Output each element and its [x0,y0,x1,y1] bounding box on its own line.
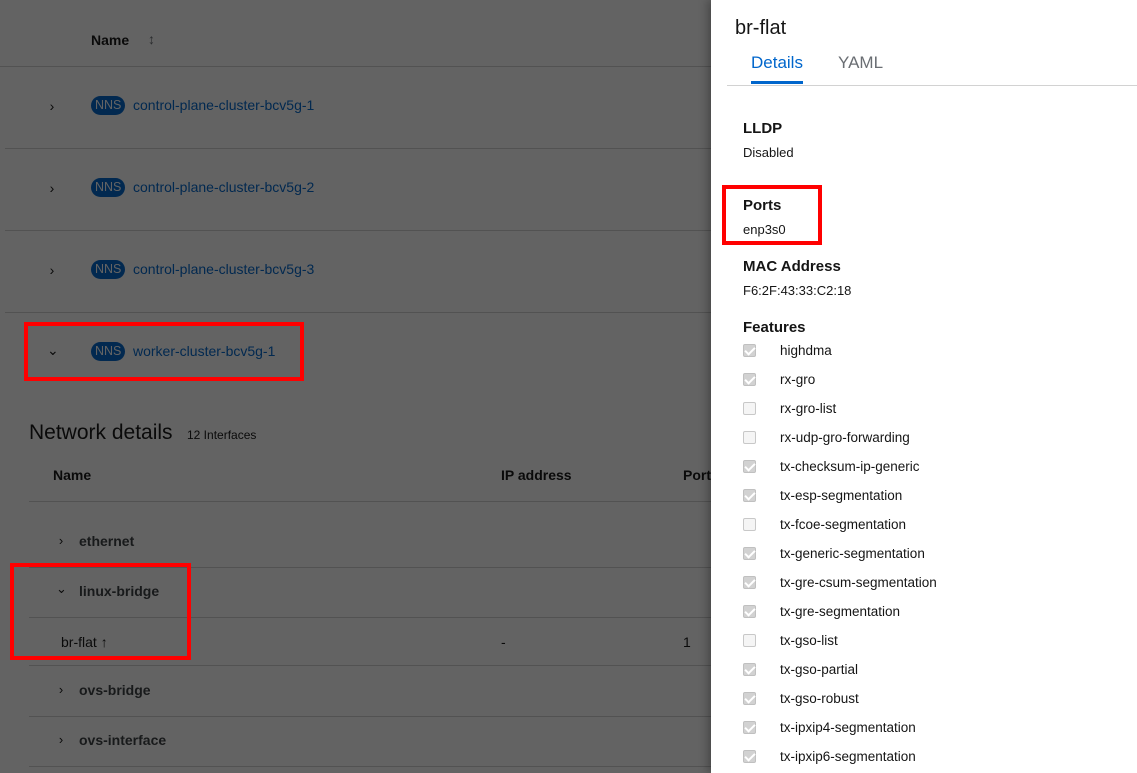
type-label: linux-bridge [79,583,160,599]
feature-label: rx-gro-list [780,401,837,416]
interface-ip: - [501,634,506,650]
feature-label: tx-gso-partial [780,662,859,677]
feature-item: rx-udp-gro-forwarding [743,429,1123,449]
feature-checkbox[interactable] [743,547,756,560]
nns-row-3: › NNS control-plane-cluster-bcv5g-3 [5,231,711,313]
feature-label: tx-gso-robust [780,691,859,706]
nns-table-header: Name ↕ [0,0,711,67]
feature-checkbox[interactable] [743,605,756,618]
feature-label: highdma [780,343,832,358]
type-row-ethernet[interactable]: › ethernet [29,518,711,568]
feature-item: rx-gro-list [743,400,1123,420]
feature-item: tx-esp-segmentation [743,487,1123,507]
mac-address-value: F6:2F:43:33:C2:18 [743,283,852,298]
feature-label: tx-fcoe-segmentation [780,517,907,532]
feature-checkbox[interactable] [743,692,756,705]
feature-label: tx-gso-list [780,633,838,648]
feature-item: tx-gre-csum-segmentation [743,574,1123,594]
feature-label: tx-checksum-ip-generic [780,459,920,474]
feature-item: tx-ipxip4-segmentation [743,719,1123,739]
chevron-right-icon[interactable]: › [56,533,66,548]
feature-checkbox[interactable] [743,402,756,415]
nns-row-1: › NNS control-plane-cluster-bcv5g-1 [5,67,711,149]
feature-checkbox[interactable] [743,518,756,531]
lldp-value: Disabled [743,145,794,160]
column-header-port[interactable]: Port [683,467,711,483]
column-header-name[interactable]: Name [53,467,91,483]
interface-port: 1 [683,634,691,650]
feature-checkbox[interactable] [743,460,756,473]
type-row-ovs-interface[interactable]: › ovs-interface [29,717,711,767]
feature-item: tx-gso-robust [743,690,1123,710]
tab-yaml[interactable]: YAML [838,53,883,81]
type-label: ovs-bridge [79,682,151,698]
type-label: ethernet [79,533,135,549]
feature-label: tx-gre-segmentation [780,604,901,619]
drawer-title: br-flat [735,17,787,39]
features-label: Features [743,319,806,336]
feature-checkbox[interactable] [743,634,756,647]
feature-item: tx-checksum-ip-generic [743,458,1123,478]
chevron-right-icon[interactable]: › [47,262,57,278]
feature-item: highdma [743,342,1123,362]
interfaces-count: 12 Interfaces [187,428,257,442]
ports-value: enp3s0 [743,222,786,237]
network-table-header: Name IP address Port [29,452,711,502]
feature-item: tx-ipxip6-segmentation [743,748,1123,768]
chevron-down-icon[interactable]: ⌄ [56,581,67,597]
chevron-right-icon[interactable]: › [56,732,66,747]
feature-item: rx-gro [743,371,1123,391]
nns-row-2: › NNS control-plane-cluster-bcv5g-2 [5,149,711,231]
column-header-ip[interactable]: IP address [501,467,572,483]
feature-checkbox[interactable] [743,489,756,502]
type-row-ovs-bridge[interactable]: › ovs-bridge [29,667,711,717]
nns-link[interactable]: control-plane-cluster-bcv5g-3 [133,261,314,277]
interface-link[interactable]: br-flat ↑ [61,634,108,650]
chevron-down-icon[interactable]: ⌄ [47,342,59,359]
tab-details[interactable]: Details [751,53,803,84]
feature-label: tx-gre-csum-segmentation [780,575,937,590]
feature-checkbox[interactable] [743,373,756,386]
lldp-label: LLDP [743,120,783,137]
up-arrow-icon: ↑ [100,634,108,650]
feature-checkbox[interactable] [743,721,756,734]
feature-checkbox[interactable] [743,750,756,763]
feature-label: tx-ipxip4-segmentation [780,720,916,735]
nns-badge: NNS [91,260,126,279]
type-label: ovs-interface [79,732,167,748]
nns-row-4: ⌄ NNS worker-cluster-bcv5g-1 [5,313,711,395]
feature-item: tx-fcoe-segmentation [743,516,1123,536]
feature-label: tx-esp-segmentation [780,488,903,503]
feature-checkbox[interactable] [743,663,756,676]
nns-link[interactable]: worker-cluster-bcv5g-1 [133,343,275,359]
ports-label: Ports [743,197,782,214]
network-details-title: Network details [29,421,173,444]
feature-item: tx-gre-segmentation [743,603,1123,623]
nns-link[interactable]: control-plane-cluster-bcv5g-2 [133,179,314,195]
feature-checkbox[interactable] [743,431,756,444]
nns-badge: NNS [91,96,126,115]
feature-checkbox[interactable] [743,344,756,357]
mac-address-label: MAC Address [743,258,841,275]
nns-badge: NNS [91,178,126,197]
feature-checkbox[interactable] [743,576,756,589]
details-drawer: br-flat Details YAML LLDP Disabled Ports… [711,0,1137,773]
feature-item: tx-gso-partial [743,661,1123,681]
feature-label: rx-gro [780,372,816,387]
feature-label: tx-ipxip6-segmentation [780,749,916,764]
nns-badge: NNS [91,342,126,361]
chevron-right-icon[interactable]: › [56,682,66,697]
chevron-right-icon[interactable]: › [47,180,57,196]
interface-row-br-flat[interactable]: br-flat ↑ - 1 [29,618,711,666]
feature-item: tx-gso-list [743,632,1123,652]
type-row-linux-bridge[interactable]: ⌄ linux-bridge [29,568,711,618]
feature-label: rx-udp-gro-forwarding [780,430,910,445]
feature-label: tx-generic-segmentation [780,546,925,561]
nns-link[interactable]: control-plane-cluster-bcv5g-1 [133,97,314,113]
drawer-tabs: Details YAML [727,52,1137,86]
column-header-name[interactable]: Name [91,32,129,48]
feature-item: tx-generic-segmentation [743,545,1123,565]
sort-icon[interactable]: ↕ [148,31,155,47]
chevron-right-icon[interactable]: › [47,98,57,114]
